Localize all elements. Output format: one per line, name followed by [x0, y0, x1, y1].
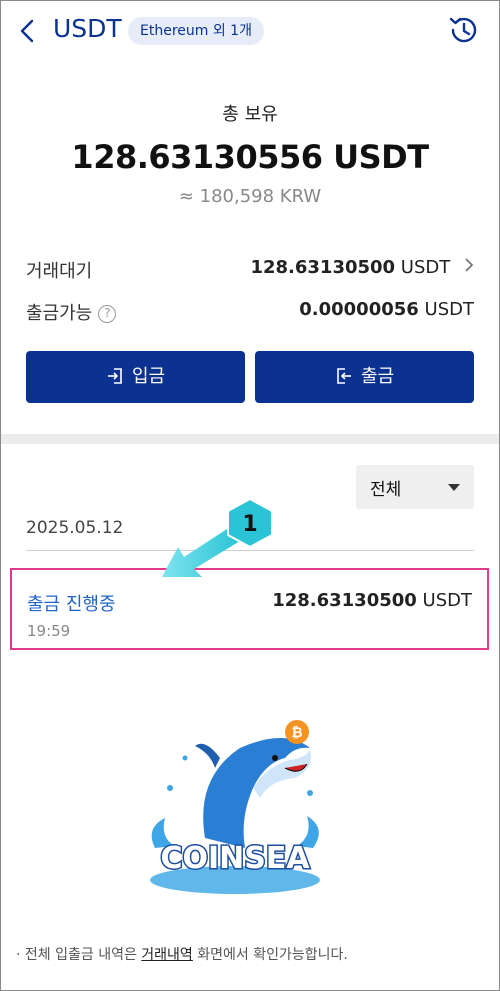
krw-equivalent: ≈ 180,598 KRW: [178, 186, 322, 207]
pending-row[interactable]: 거래대기 128.63130500 USDT: [26, 253, 474, 283]
footnote-suffix: 화면에서 확인가능합니다.: [192, 947, 348, 963]
deposit-icon: [107, 368, 122, 384]
coinsea-logo: ₿ COINSEA: [150, 720, 320, 894]
help-icon[interactable]: ?: [98, 305, 117, 323]
transaction-time: 19:59: [27, 622, 71, 640]
transaction-unit: USDT: [422, 590, 472, 611]
available-row: 출금가능? 0.00000056 USDT: [26, 295, 474, 325]
pending-label: 거래대기: [26, 261, 93, 282]
network-badge[interactable]: Ethereum 외 1개: [128, 17, 264, 45]
pending-amount: 128.63130500: [250, 257, 396, 278]
transaction-date: 2025.05.12: [26, 518, 124, 538]
withdraw-label: 출금: [360, 366, 395, 387]
available-amount: 0.00000056: [299, 299, 419, 320]
pending-value: 128.63130500 USDT: [250, 257, 474, 278]
chevron-right-icon: [464, 257, 474, 278]
withdraw-button[interactable]: 출금: [255, 351, 474, 403]
available-label-group: 출금가능?: [26, 299, 117, 325]
withdraw-icon: [337, 368, 351, 384]
page-title: USDT: [53, 14, 122, 43]
pending-unit: USDT: [400, 257, 451, 278]
logo-text: COINSEA: [160, 841, 310, 876]
step-number: 1: [242, 512, 257, 537]
available-unit: USDT: [424, 299, 474, 320]
dropdown-triangle-icon: [448, 484, 460, 491]
deposit-button[interactable]: 입금: [26, 351, 245, 403]
total-holdings-amount: 128.63130556 USDT: [71, 138, 429, 176]
footnote-prefix: · 전체 입출금 내역은: [16, 947, 142, 963]
bitcoin-coin-icon: ₿: [291, 725, 302, 741]
deposit-label: 입금: [131, 366, 166, 387]
total-holdings-label: 총 보유: [222, 104, 278, 125]
transaction-amount-group: 128.63130500 USDT: [272, 590, 472, 611]
back-arrow-icon[interactable]: [14, 16, 42, 46]
section-divider: [1, 434, 499, 444]
filter-selected: 전체: [370, 480, 402, 500]
transaction-amount: 128.63130500: [272, 590, 417, 611]
app-header: USDT Ethereum 외 1개: [0, 0, 500, 62]
available-label: 출금가능: [26, 303, 93, 324]
filter-dropdown[interactable]: 전체: [356, 465, 474, 509]
footnote: · 전체 입출금 내역은 거래내역 화면에서 확인가능합니다.: [16, 944, 348, 964]
available-value: 0.00000056 USDT: [299, 299, 474, 320]
history-icon[interactable]: [447, 13, 479, 47]
annotation-arrow: 1: [162, 497, 273, 577]
transaction-status: 출금 진행중: [27, 594, 116, 615]
transaction-history-link[interactable]: 거래내역: [141, 947, 193, 963]
